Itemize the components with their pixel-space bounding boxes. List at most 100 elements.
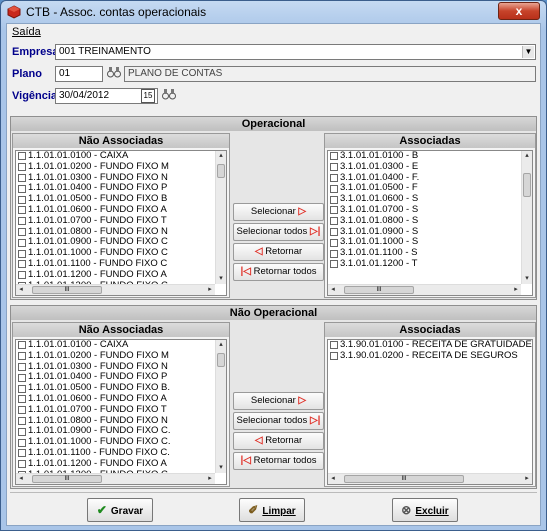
item-checkbox[interactable] (18, 249, 26, 258)
item-checkbox[interactable] (18, 449, 26, 458)
list-item[interactable]: 3.1.90.01.0200 - RECEITA DE SEGUROS (328, 350, 532, 362)
retornar-todos-button[interactable]: |◁ Retornar todos (233, 452, 324, 470)
scroll-thumb[interactable] (523, 173, 531, 197)
list-item[interactable]: 3.1.01.01.0800 - S (328, 215, 532, 227)
vertical-scrollbar[interactable]: ▴ ▾ (521, 151, 532, 284)
item-checkbox[interactable] (18, 362, 26, 371)
item-checkbox[interactable] (18, 173, 26, 182)
retornar-button[interactable]: ◁ Retornar (233, 243, 324, 261)
scroll-down-icon[interactable]: ▾ (216, 463, 226, 473)
scroll-down-icon[interactable]: ▾ (522, 274, 532, 284)
scroll-right-icon[interactable]: ▸ (522, 474, 532, 484)
arrow-right-end-icon: ▷| (309, 415, 321, 426)
limpar-button[interactable]: ✐ Limpar (239, 498, 305, 522)
close-button[interactable]: x (498, 2, 540, 20)
scroll-left-icon[interactable]: ◂ (328, 285, 338, 295)
retornar-todos-button[interactable]: |◁ Retornar todos (233, 263, 324, 281)
item-checkbox[interactable] (18, 427, 26, 436)
item-checkbox[interactable] (330, 341, 338, 350)
item-checkbox[interactable] (330, 352, 338, 361)
gravar-button[interactable]: ✔ Gravar (87, 498, 153, 522)
list-item[interactable]: 1.1.01.01.0200 - FUNDO FIXO M (16, 161, 226, 173)
list-item[interactable]: 1.1.01.01.0700 - FUNDO FIXO T (16, 404, 226, 416)
item-checkbox[interactable] (18, 438, 26, 447)
item-checkbox[interactable] (18, 341, 26, 350)
vigencia-date-input[interactable]: 30/04/2012 15 (55, 88, 158, 104)
item-checkbox[interactable] (330, 195, 338, 204)
search-plano-icon[interactable] (105, 66, 123, 82)
nao-operacional-nao-associadas-list[interactable]: 1.1.01.01.0100 - CAIXA 1.1.01.01.0200 - F… (15, 339, 227, 485)
list-item[interactable]: 1.1.01.01.1200 - FUNDO FIXO A (16, 269, 226, 281)
excluir-button[interactable]: ⊗ Excluir (392, 498, 458, 522)
scroll-up-icon[interactable]: ▴ (216, 340, 226, 350)
search-vigencia-icon[interactable] (160, 88, 178, 104)
item-checkbox[interactable] (18, 271, 26, 280)
item-checkbox[interactable] (18, 163, 26, 172)
item-checkbox[interactable] (18, 217, 26, 226)
item-checkbox[interactable] (18, 184, 26, 193)
scroll-thumb[interactable]: III (344, 475, 464, 483)
operacional-nao-associadas-list[interactable]: 1.1.01.01.0100 - CAIXA 1.1.01.01.0200 - F… (15, 150, 227, 296)
list-item[interactable]: 1.1.01.01.1200 - FUNDO FIXO A (16, 458, 226, 470)
item-checkbox[interactable] (18, 384, 26, 393)
retornar-button[interactable]: ◁ Retornar (233, 432, 324, 450)
scroll-thumb[interactable] (217, 164, 225, 178)
selecionar-todos-button[interactable]: Selecionar todos ▷| (233, 223, 324, 241)
selecionar-todos-button[interactable]: Selecionar todos ▷| (233, 412, 324, 430)
scroll-thumb[interactable]: III (32, 475, 102, 483)
item-checkbox[interactable] (18, 152, 26, 161)
list-item[interactable]: 1.1.01.01.0200 - FUNDO FIXO M (16, 350, 226, 362)
calendar-icon[interactable]: 15 (141, 89, 155, 103)
item-checkbox[interactable] (330, 217, 338, 226)
item-checkbox[interactable] (18, 195, 26, 204)
item-checkbox[interactable] (18, 206, 26, 215)
operacional-associadas-list[interactable]: 3.1.01.01.0100 - B 3.1.01.01.0300 - E 3.1.… (327, 150, 533, 296)
list-item[interactable]: 3.1.01.01.1200 - T (328, 258, 532, 270)
scroll-thumb[interactable]: III (32, 286, 102, 294)
item-checkbox[interactable] (18, 238, 26, 247)
scroll-left-icon[interactable]: ◂ (328, 474, 338, 484)
menu-item-saida[interactable]: Saída (12, 26, 41, 38)
item-checkbox[interactable] (330, 152, 338, 161)
scroll-up-icon[interactable]: ▴ (522, 151, 532, 161)
nao-operacional-associadas-list[interactable]: 3.1.90.01.0100 - RECEITA DE GRATUIDADE 3.… (327, 339, 533, 485)
scroll-right-icon[interactable]: ▸ (205, 285, 215, 295)
horizontal-scrollbar[interactable]: ◂ III ▸ (16, 284, 215, 295)
scroll-thumb[interactable] (217, 353, 225, 367)
scroll-down-icon[interactable]: ▾ (216, 274, 226, 284)
scroll-thumb[interactable]: III (344, 286, 414, 294)
item-checkbox[interactable] (18, 352, 26, 361)
horizontal-scrollbar[interactable]: ◂ III ▸ (328, 473, 532, 484)
item-checkbox[interactable] (330, 227, 338, 236)
item-checkbox[interactable] (330, 206, 338, 215)
list-item[interactable]: 1.1.01.01.0700 - FUNDO FIXO T (16, 215, 226, 227)
item-checkbox[interactable] (330, 184, 338, 193)
item-checkbox[interactable] (18, 395, 26, 404)
scroll-right-icon[interactable]: ▸ (205, 474, 215, 484)
scroll-up-icon[interactable]: ▴ (216, 151, 226, 161)
selecionar-button[interactable]: Selecionar ▷ (233, 203, 324, 221)
item-checkbox[interactable] (330, 163, 338, 172)
item-checkbox[interactable] (330, 173, 338, 182)
item-checkbox[interactable] (18, 260, 26, 269)
horizontal-scrollbar[interactable]: ◂ III ▸ (328, 284, 521, 295)
scroll-left-icon[interactable]: ◂ (16, 474, 26, 484)
item-checkbox[interactable] (18, 227, 26, 236)
horizontal-scrollbar[interactable]: ◂ III ▸ (16, 473, 215, 484)
vertical-scrollbar[interactable]: ▴ ▾ (215, 151, 226, 284)
item-checkbox[interactable] (330, 249, 338, 258)
list-item[interactable]: 3.1.01.01.0300 - E (328, 161, 532, 173)
plano-input[interactable]: 01 (55, 66, 103, 82)
vertical-scrollbar[interactable]: ▴ ▾ (215, 340, 226, 473)
item-checkbox[interactable] (330, 260, 338, 269)
item-checkbox[interactable] (18, 373, 26, 382)
item-checkbox[interactable] (330, 238, 338, 247)
item-checkbox[interactable] (18, 406, 26, 415)
item-checkbox[interactable] (18, 460, 26, 469)
chevron-down-icon[interactable]: ▼ (522, 46, 534, 58)
item-checkbox[interactable] (18, 416, 26, 425)
scroll-right-icon[interactable]: ▸ (511, 285, 521, 295)
empresa-select[interactable]: 001 TREINAMENTO ▼ (55, 44, 536, 60)
selecionar-button[interactable]: Selecionar ▷ (233, 392, 324, 410)
scroll-left-icon[interactable]: ◂ (16, 285, 26, 295)
